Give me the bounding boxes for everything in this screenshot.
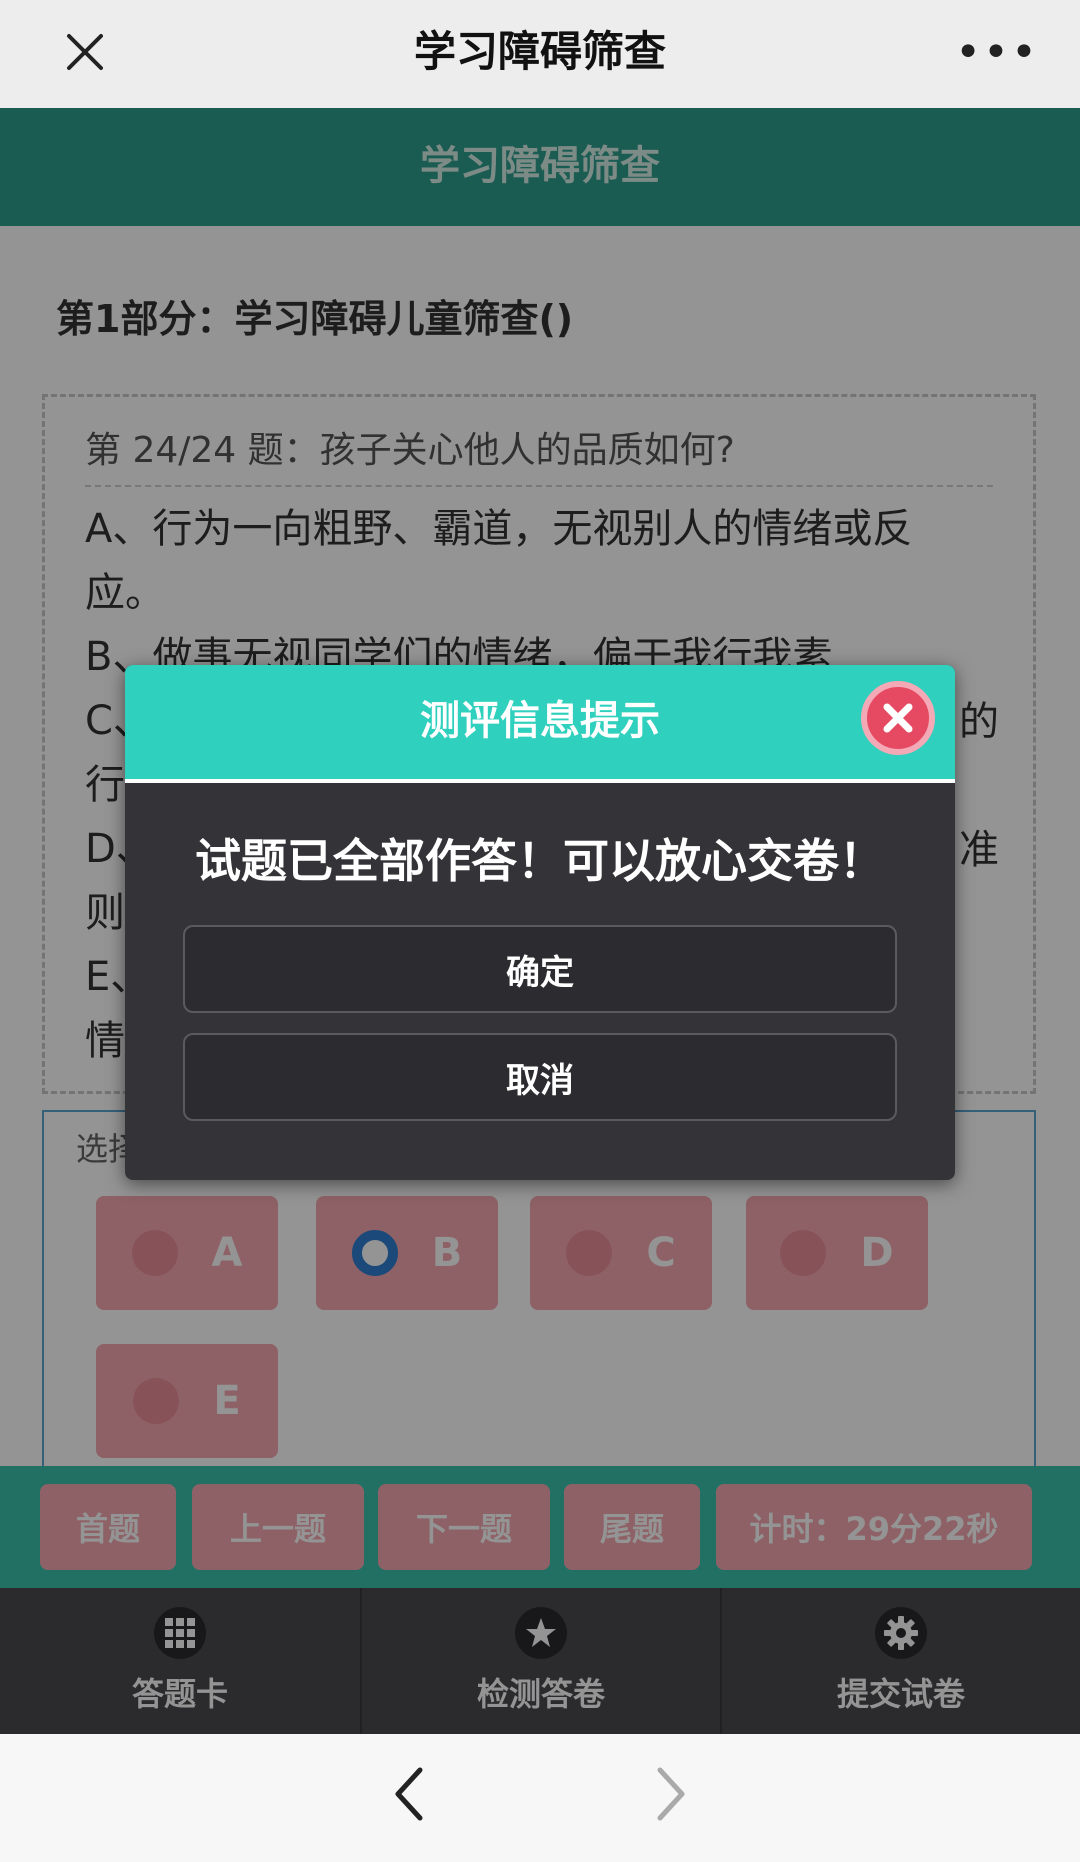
window-top-bar: 学习障碍筛查 ••• — [0, 0, 1080, 108]
dialog-message: 试题已全部作答！可以放心交卷！ — [195, 834, 885, 888]
cancel-button[interactable]: 取消 — [183, 1033, 897, 1121]
dialog-header: 测评信息提示 — [125, 665, 955, 783]
dialog-close-icon[interactable] — [861, 681, 935, 755]
confirm-button[interactable]: 确定 — [183, 925, 897, 1013]
dialog-title: 测评信息提示 — [420, 698, 660, 744]
back-arrow-icon[interactable] — [370, 1754, 450, 1834]
info-dialog: 测评信息提示 试题已全部作答！可以放心交卷！ 确定 取消 — [125, 665, 955, 1180]
browser-bottom-bar — [0, 1734, 1080, 1862]
window-title: 学习障碍筛查 — [413, 27, 666, 76]
forward-arrow-icon[interactable] — [630, 1754, 710, 1834]
more-icon[interactable]: ••• — [955, 22, 1037, 82]
